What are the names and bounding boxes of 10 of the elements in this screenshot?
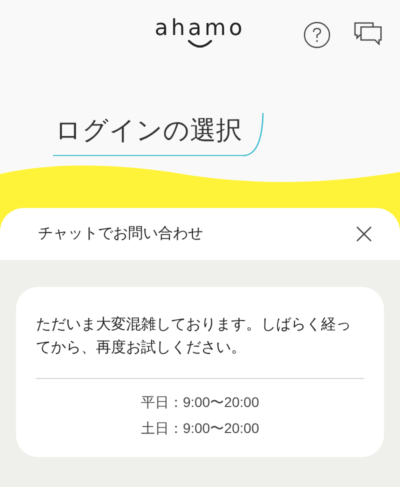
- logo: ahamo: [154, 18, 246, 40]
- help-icon[interactable]: [303, 21, 331, 49]
- business-hours: 平日：9:00〜20:00: [140, 393, 260, 411]
- panel-title: チャットでお問い合わせ: [38, 224, 203, 244]
- smile-icon: [186, 40, 213, 48]
- business-hours: 土日：9:00〜20:00: [140, 419, 260, 437]
- chat-icon[interactable]: [354, 22, 382, 46]
- close-icon[interactable]: [356, 226, 372, 242]
- page-title: ログインの選択: [55, 115, 242, 145]
- busy-message: ただいま大変混雑しております。しばらく経ってから、再度お試しください。: [36, 315, 352, 358]
